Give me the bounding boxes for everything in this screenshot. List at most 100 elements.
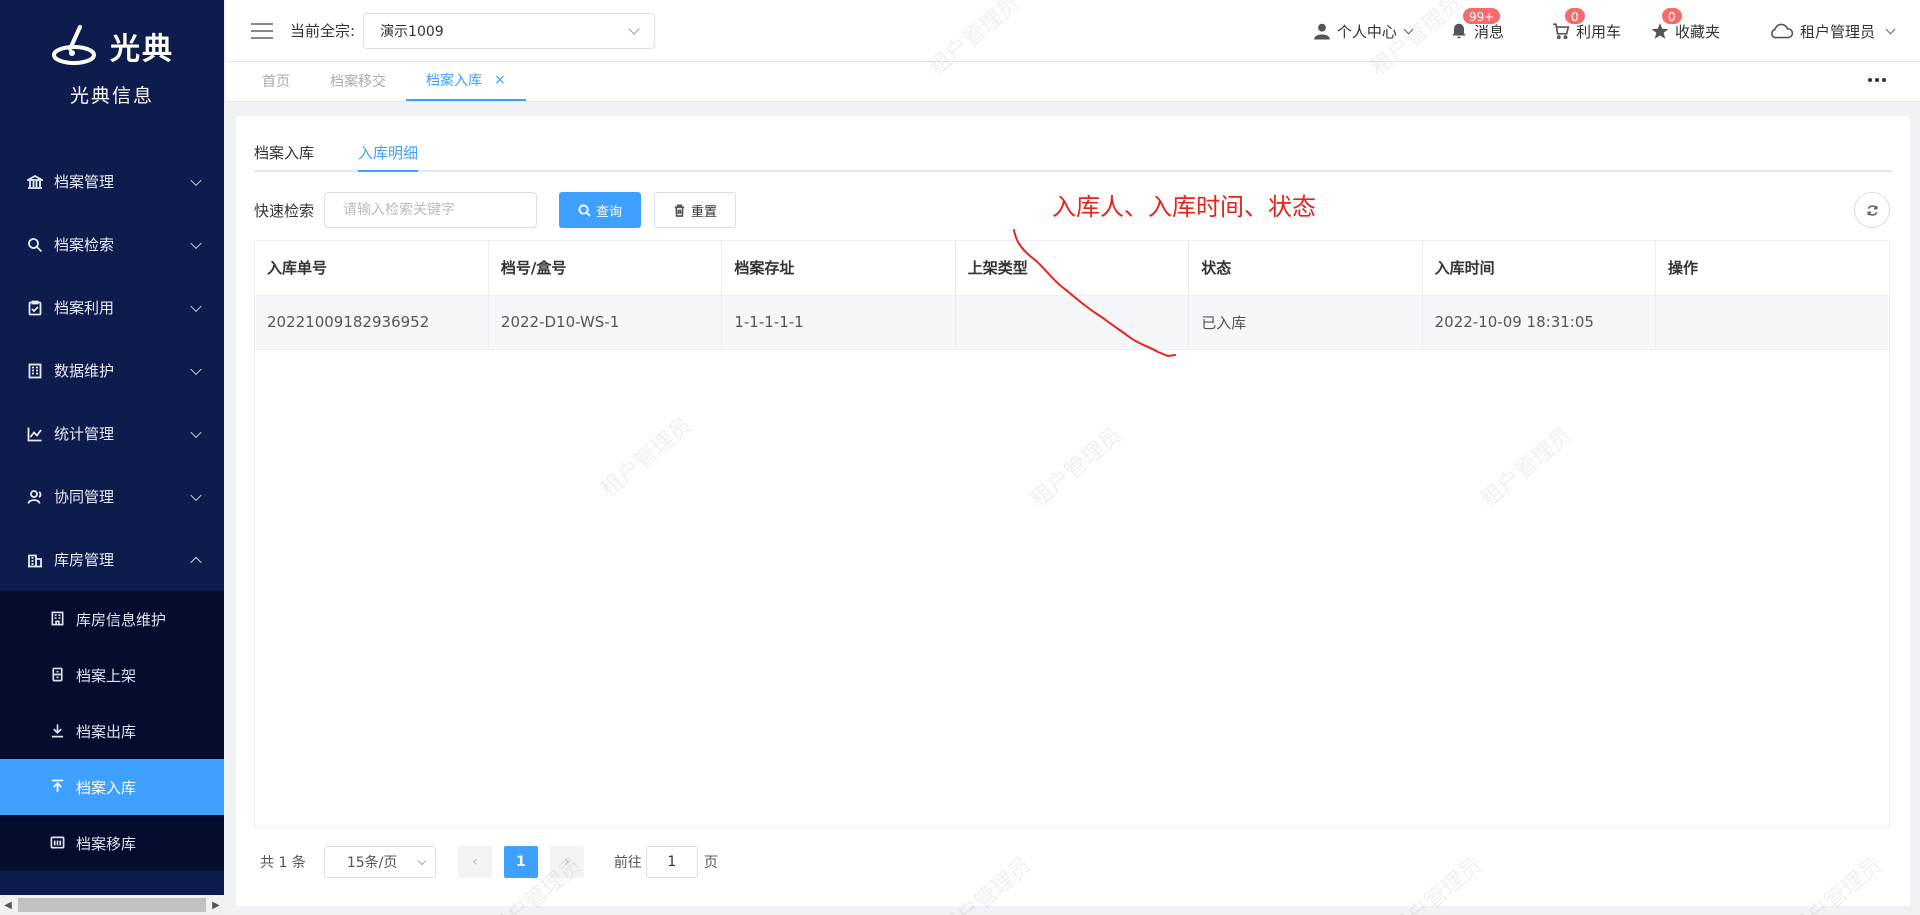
sidebar-subitem-label: 库房信息维护 xyxy=(76,610,167,629)
chevron-down-icon xyxy=(1403,24,1414,34)
scroll-left-icon[interactable]: ◀ xyxy=(0,895,16,915)
bell-icon xyxy=(1452,23,1466,39)
current-fonds-select[interactable]: 演示1009 xyxy=(363,12,656,49)
column-header[interactable]: 状态 xyxy=(1188,241,1423,296)
tab-inbound-detail[interactable]: 入库明细 xyxy=(358,136,419,172)
sidebar-item-archive-use[interactable]: 档案利用 xyxy=(0,276,224,339)
sidebar-item-label: 数据维护 xyxy=(54,362,115,380)
sidebar-item-archive-management[interactable]: 档案管理 xyxy=(0,150,224,213)
cabinet-icon xyxy=(50,667,66,683)
reset-button-label: 重置 xyxy=(691,204,718,220)
cell-archive-no: 2022-D10-WS-1 xyxy=(488,295,723,350)
personal-center-menu[interactable]: 个人中心 xyxy=(1313,21,1414,42)
messages-button[interactable]: 99+ 消息 xyxy=(1450,6,1504,42)
goto-suffix: 页 xyxy=(703,855,718,871)
column-header[interactable]: 操作 xyxy=(1655,241,1889,296)
sidebar-item-warehouse[interactable]: 库房管理 xyxy=(0,528,224,591)
sidebar-subitem-archive-transfer[interactable]: 档案移库 xyxy=(0,815,224,871)
table-row[interactable]: 20221009182936952 2022-D10-WS-1 1-1-1-1-… xyxy=(255,295,1889,350)
query-button[interactable]: 查询 xyxy=(559,192,642,228)
favorites-button[interactable]: 0 收藏夹 xyxy=(1651,6,1720,42)
column-header[interactable]: 档案存址 xyxy=(721,241,956,296)
chevron-right-icon: › xyxy=(564,854,570,870)
cloud-icon xyxy=(1771,23,1794,39)
chevron-left-icon: ‹ xyxy=(472,854,478,870)
cart-label: 利用车 xyxy=(1575,22,1621,41)
sidebar-subitem-label: 档案上架 xyxy=(76,666,137,685)
prev-page-button[interactable]: ‹ xyxy=(457,846,492,878)
quick-search-label: 快速检索 xyxy=(254,201,315,220)
sidebar-item-archive-search[interactable]: 档案检索 xyxy=(0,213,224,276)
tag-archive-transfer[interactable]: 档案移交 xyxy=(310,61,406,101)
transfer-icon xyxy=(50,835,66,851)
cell-inbound-no: 20221009182936952 xyxy=(255,295,489,350)
sidebar-menu: 档案管理 档案检索 档案利用 数据维护 统计管理 协同管理 库房管理 库房信息维… xyxy=(0,150,224,871)
reset-button[interactable]: 重置 xyxy=(654,192,737,228)
logo: 光典 光典信息 xyxy=(0,0,224,130)
chart-icon xyxy=(26,425,44,443)
menu-toggle-icon[interactable] xyxy=(251,22,273,39)
search-icon xyxy=(578,203,591,217)
cart-icon xyxy=(1553,23,1570,40)
table-header-row: 入库单号 档号/盒号 档案存址 上架类型 状态 入库时间 操作 xyxy=(255,241,1889,296)
sidebar-horizontal-scrollbar[interactable]: ◀ ▶ xyxy=(0,895,224,915)
user-menu[interactable]: 租户管理员 xyxy=(1768,21,1896,42)
more-icon[interactable] xyxy=(1868,78,1886,82)
total-count: 共 1 条 xyxy=(260,855,306,871)
cart-badge: 0 xyxy=(1563,6,1586,25)
tag-label: 档案入库 xyxy=(426,73,482,89)
sidebar-subitem-label: 档案出库 xyxy=(76,722,137,741)
sidebar-item-label: 协同管理 xyxy=(54,488,115,506)
tags-view: 首页 档案移交 档案入库 × xyxy=(226,62,1920,102)
sidebar-item-statistics[interactable]: 统计管理 xyxy=(0,402,224,465)
brand-subtitle: 光典信息 xyxy=(69,84,154,107)
cell-shelf-type xyxy=(955,295,1190,350)
sidebar-subitem-archive-shelve[interactable]: 档案上架 xyxy=(0,647,224,703)
top-header: 当前全宗: 演示1009 个人中心 99+ 消息 0 利用车 0 收藏夹 租户管… xyxy=(226,0,1920,62)
user-group-icon xyxy=(26,488,44,506)
sidebar-item-label: 档案利用 xyxy=(54,299,115,317)
page-number-button[interactable]: 1 xyxy=(503,846,538,878)
sidebar-subitem-archive-inbound[interactable]: 档案入库 xyxy=(0,759,224,815)
column-header[interactable]: 档号/盒号 xyxy=(488,241,723,296)
tag-archive-inbound[interactable]: 档案入库 × xyxy=(406,61,526,101)
column-header[interactable]: 上架类型 xyxy=(955,241,1190,296)
chevron-up-icon xyxy=(190,556,202,568)
header-actions: 个人中心 99+ 消息 0 利用车 0 收藏夹 租户管理员 xyxy=(1313,0,1920,62)
sidebar-item-label: 档案管理 xyxy=(54,173,115,191)
tag-label: 档案移交 xyxy=(330,74,386,90)
cart-button[interactable]: 0 利用车 xyxy=(1552,6,1621,42)
sidebar: 光典 光典信息 档案管理 档案检索 档案利用 数据维护 统计管理 协同管理 库房… xyxy=(0,0,224,915)
tab-archive-inbound[interactable]: 档案入库 xyxy=(254,136,328,172)
column-header[interactable]: 入库时间 xyxy=(1422,241,1657,296)
favorites-badge: 0 xyxy=(1660,6,1683,25)
chevron-down-icon xyxy=(190,489,202,501)
current-fonds-value: 演示1009 xyxy=(380,23,444,40)
inner-tabs: 档案入库 入库明细 xyxy=(254,136,1892,172)
page-size-select[interactable]: 15条/页 xyxy=(323,846,436,878)
goto-page-input[interactable] xyxy=(645,846,698,878)
sidebar-subitem-warehouse-info[interactable]: 库房信息维护 xyxy=(0,591,224,647)
page-size-value: 15条/页 xyxy=(346,855,398,871)
cell-location: 1-1-1-1-1 xyxy=(721,295,956,350)
close-icon[interactable]: × xyxy=(494,72,506,88)
chevron-down-icon xyxy=(628,22,640,35)
scroll-right-icon[interactable]: ▶ xyxy=(208,895,224,915)
sidebar-subitem-label: 档案移库 xyxy=(76,834,137,853)
sidebar-item-collaboration[interactable]: 协同管理 xyxy=(0,465,224,528)
pagination: 共 1 条 15条/页 ‹ 1 › 前往 页 xyxy=(260,846,718,878)
inbound-detail-table: 入库单号 档号/盒号 档案存址 上架类型 状态 入库时间 操作 20221009… xyxy=(254,240,1890,828)
sidebar-item-label: 档案检索 xyxy=(54,236,115,254)
sidebar-subitem-archive-outbound[interactable]: 档案出库 xyxy=(0,703,224,759)
chevron-down-icon xyxy=(1885,24,1896,34)
scrollbar-thumb[interactable] xyxy=(18,898,206,912)
sidebar-item-data-maintenance[interactable]: 数据维护 xyxy=(0,339,224,402)
search-input[interactable] xyxy=(324,192,538,228)
tag-home[interactable]: 首页 xyxy=(242,61,310,101)
goto-label: 前往 xyxy=(613,855,642,871)
column-header[interactable]: 入库单号 xyxy=(255,241,489,296)
user-icon xyxy=(1314,23,1330,40)
chevron-down-icon xyxy=(190,426,202,438)
next-page-button[interactable]: › xyxy=(549,846,584,878)
refresh-button[interactable] xyxy=(1854,192,1890,228)
